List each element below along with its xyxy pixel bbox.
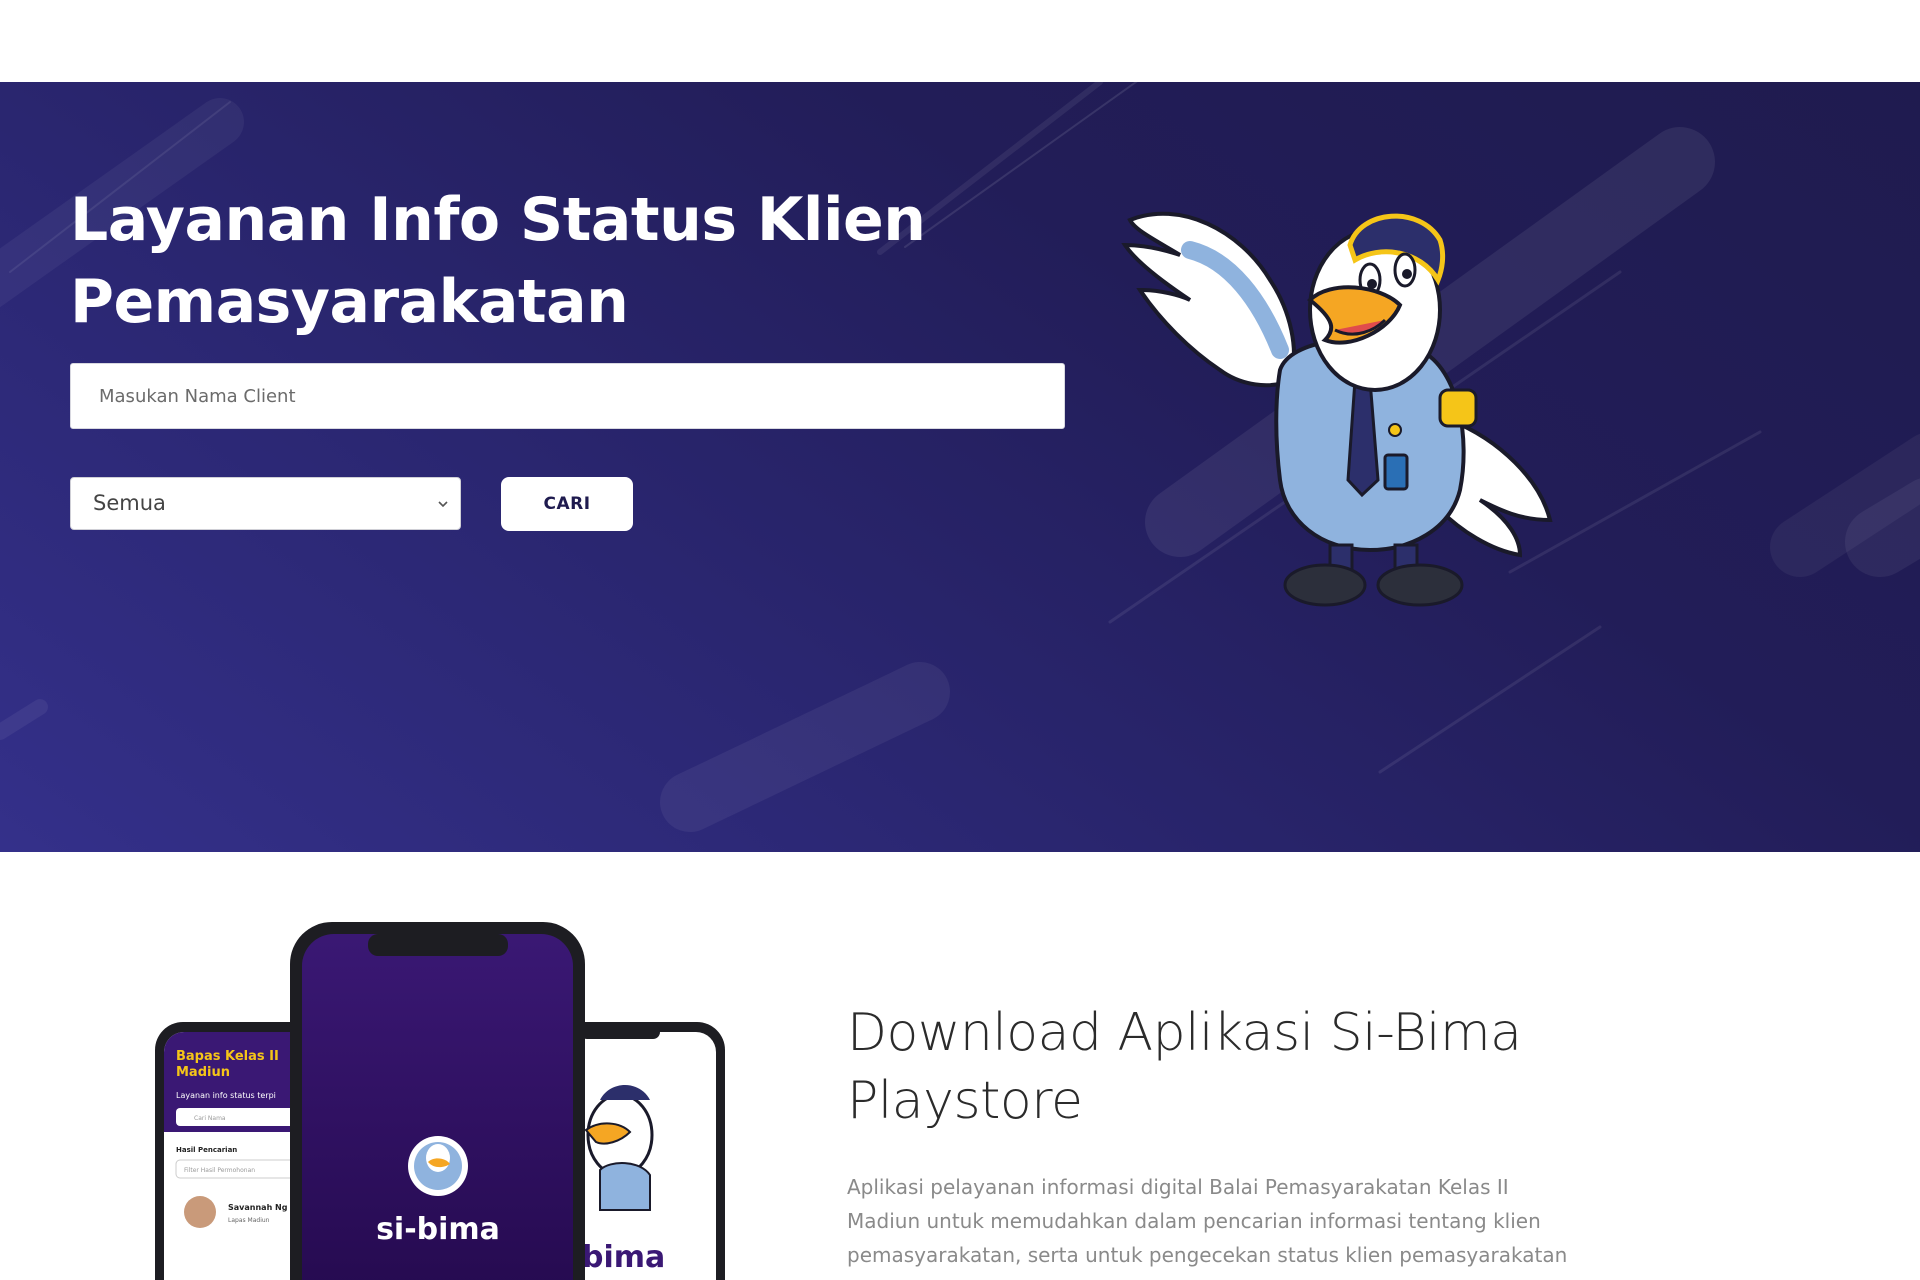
client-name-search-input[interactable] xyxy=(70,363,1065,429)
phone-left-title-1: Bapas Kelas II xyxy=(176,1049,279,1064)
mascot-wing xyxy=(1121,211,1296,388)
phone-center: si-bima xyxy=(290,922,585,1280)
phone-left-title-2: Madiun xyxy=(176,1065,230,1080)
hero-section: Layanan Info Status Klien Pemasyarakatan… xyxy=(0,82,1920,852)
download-title: Download Aplikasi Si-Bima Playstore xyxy=(847,1003,1522,1131)
app-phone-mockups: Bapas Kelas II Madiun Layanan info statu… xyxy=(155,922,725,1280)
download-description: Aplikasi pelayanan informasi digital Bal… xyxy=(847,1175,1568,1267)
phone-left-person: Savannah Ng xyxy=(228,1203,288,1212)
download-section: Bapas Kelas II Madiun Layanan info statu… xyxy=(0,852,1920,1280)
phone-left-search: Cari Nama xyxy=(194,1115,226,1122)
phone-right-logo: bima xyxy=(582,1240,665,1275)
page-title: Layanan Info Status Klien Pemasyarakatan xyxy=(70,185,926,337)
phone-left-results: Hasil Pencarian xyxy=(176,1146,237,1154)
top-navbar xyxy=(0,0,1920,82)
search-button[interactable]: CARI xyxy=(501,477,633,531)
status-filter-value: Semua xyxy=(93,491,166,515)
phone-center-logo: si-bima xyxy=(376,1212,500,1247)
phone-left-subtitle: Layanan info status terpi xyxy=(176,1091,276,1100)
phone-left-person-sub: Lapas Madiun xyxy=(228,1217,270,1224)
chevron-down-icon xyxy=(438,501,448,508)
status-filter-select[interactable]: Semua xyxy=(70,477,461,530)
mascot-illustration xyxy=(1121,211,1553,607)
phone-left-filter: Filter Hasil Permohonan xyxy=(184,1167,255,1174)
